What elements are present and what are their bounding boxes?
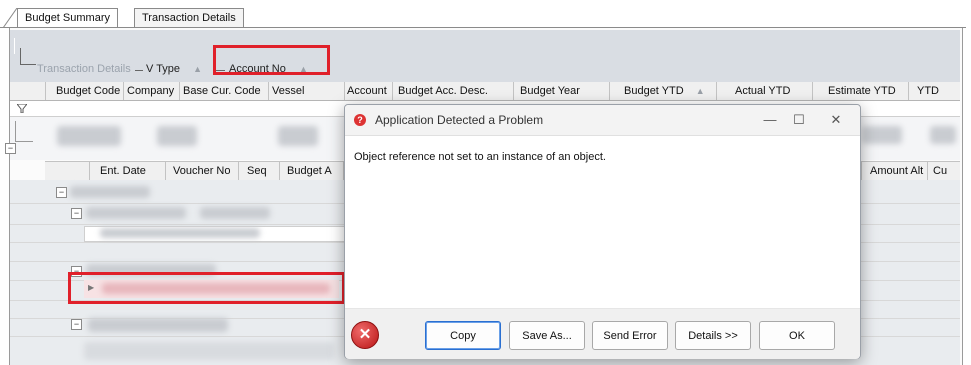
col-header-actual-ytd[interactable]: Actual YTD <box>717 82 813 100</box>
ok-button[interactable]: OK <box>759 321 835 350</box>
col-header-budget-ytd[interactable]: Budget YTD ▲ <box>610 82 717 100</box>
error-dialog: ? Application Detected a Problem — ☐ ✕ O… <box>344 104 861 359</box>
col-header-amount-alt[interactable]: Amount Alt <box>861 162 928 180</box>
tab-budget-summary[interactable]: Budget Summary <box>17 8 118 29</box>
grid-header-row: Budget Code Company Base Cur. Code Vesse… <box>10 82 960 101</box>
highlight-box-row <box>68 272 345 304</box>
col-header-ent-date[interactable]: Ent. Date <box>90 162 166 180</box>
highlight-box-account-no <box>213 45 330 75</box>
maximize-button[interactable]: ☐ <box>788 110 810 130</box>
col-header-cu[interactable]: Cu <box>928 162 960 180</box>
col-header-voucher-no[interactable]: Voucher No <box>166 162 239 180</box>
collapse-toggle[interactable]: − <box>71 319 82 330</box>
error-message: Object reference not set to an instance … <box>354 151 606 163</box>
col-header-account[interactable]: Account <box>345 82 393 100</box>
group-chip-v-type-label: V Type <box>146 63 181 75</box>
group-by-panel: Transaction Details V Type ▲ Account No … <box>10 30 960 82</box>
detail-header-indicator <box>45 162 90 180</box>
copy-button[interactable]: Copy <box>425 321 501 350</box>
save-as-button[interactable]: Save As... <box>509 321 585 350</box>
col-header-budget-code[interactable]: Budget Code <box>46 82 124 100</box>
col-header-company[interactable]: Company <box>124 82 180 100</box>
col-header-estimate-ytd[interactable]: Estimate YTD <box>813 82 909 100</box>
header-indicator-cell <box>10 82 46 100</box>
send-error-button[interactable]: Send Error <box>592 321 668 350</box>
collapse-toggle[interactable]: − <box>56 187 67 198</box>
collapse-toggle[interactable]: − <box>5 143 16 154</box>
dialog-footer: ✕ Copy Save As... Send Error Details >> … <box>345 308 860 359</box>
col-header-budget-ytd-label: Budget YTD <box>624 85 684 97</box>
warning-icon: ? <box>354 114 366 126</box>
close-button[interactable]: ✕ <box>825 110 847 130</box>
col-header-vessel[interactable]: Vessel <box>269 82 345 100</box>
col-header-budget-year[interactable]: Budget Year <box>514 82 610 100</box>
col-header-seq[interactable]: Seq <box>239 162 280 180</box>
tab-slant-decoration <box>3 8 17 28</box>
dialog-title: Application Detected a Problem <box>375 113 544 127</box>
col-header-budget-a[interactable]: Budget A <box>280 162 344 180</box>
group-chip-v-type[interactable]: V Type ▲ <box>146 63 202 75</box>
filter-icon[interactable] <box>17 104 27 113</box>
minimize-button[interactable]: — <box>759 110 781 130</box>
group-chip-transaction-details[interactable]: Transaction Details <box>37 63 131 75</box>
details-button[interactable]: Details >> <box>675 321 751 350</box>
error-icon: ✕ <box>351 321 379 349</box>
col-header-ytd[interactable]: YTD <box>909 82 960 100</box>
sort-asc-icon: ▲ <box>695 86 705 96</box>
col-header-base-cur-code[interactable]: Base Cur. Code <box>180 82 269 100</box>
sort-asc-icon: ▲ <box>193 64 203 74</box>
collapse-toggle[interactable]: − <box>71 208 82 219</box>
col-header-budget-acc-desc[interactable]: Budget Acc. Desc. <box>393 82 514 100</box>
tab-strip: Budget Summary Transaction Details <box>0 0 971 29</box>
tab-transaction-details[interactable]: Transaction Details <box>134 8 244 28</box>
dialog-title-bar[interactable]: ? Application Detected a Problem — ☐ ✕ <box>345 105 860 136</box>
